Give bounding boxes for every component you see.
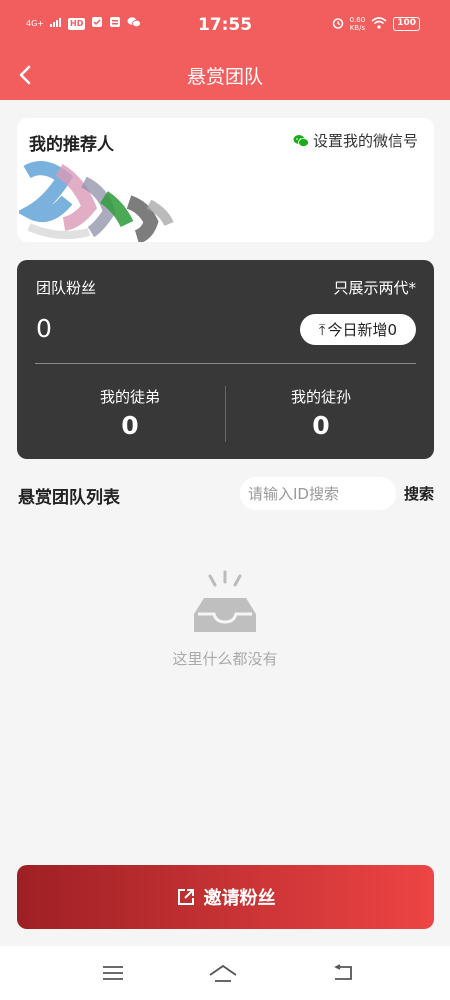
network-speed: 0.60 KB/s	[350, 16, 366, 32]
empty-inbox-icon	[194, 570, 256, 632]
disciples-value: 0	[121, 411, 139, 440]
menu-button[interactable]	[98, 960, 128, 986]
disciples-label: 我的徒弟	[99, 388, 160, 406]
menu-icon	[103, 966, 123, 980]
nav-bar: 悬赏团队	[0, 50, 450, 100]
wifi-icon	[371, 16, 387, 32]
status-right: 0.60 KB/s 100	[332, 16, 420, 32]
set-wechat-label: 设置我的微信号	[312, 132, 418, 150]
arrow-up-icon: ⤒	[318, 320, 326, 339]
share-icon	[177, 889, 194, 905]
referrer-card: 我的推荐人 设置我的微信号	[17, 118, 434, 242]
grand-disciples-label: 我的徒孙	[290, 388, 351, 406]
team-stats-card: 团队粉丝 只展示两代* 0 ⤒ 今日新增0 我的徒弟 0 我的徒孙 0	[17, 260, 434, 459]
back-system-button[interactable]	[328, 960, 358, 986]
wechat-icon	[293, 134, 309, 147]
alarm-icon	[332, 17, 344, 32]
battery-indicator: 100	[393, 17, 420, 31]
search-button[interactable]: 搜索	[404, 483, 434, 504]
home-button[interactable]	[208, 960, 238, 986]
return-icon	[334, 964, 352, 980]
two-generations-note: 只展示两代*	[333, 279, 416, 297]
team-fans-label: 团队粉丝	[36, 279, 97, 297]
set-wechat-link[interactable]: 设置我的微信号	[293, 130, 418, 151]
today-new-badge: ⤒ 今日新增0	[300, 314, 416, 345]
redacted-avatar-scribble	[19, 161, 174, 242]
status-bar: 4G+ HD 17:55 0.60 KB/s 100	[0, 0, 450, 50]
home-icon	[209, 964, 237, 982]
system-nav-bar	[0, 946, 450, 1000]
speed-value: 0.60	[349, 16, 366, 24]
page-title: 悬赏团队	[186, 66, 263, 88]
empty-state-text: 这里什么都没有	[172, 650, 278, 668]
invite-fans-button[interactable]: 邀请粉丝	[17, 865, 434, 929]
grand-disciples-stat[interactable]: 我的徒孙 0	[226, 386, 416, 440]
divider	[35, 363, 416, 364]
disciples-stat[interactable]: 我的徒弟 0	[35, 386, 225, 440]
invite-fans-label: 邀请粉丝	[203, 888, 276, 909]
speed-unit: KB/s	[349, 24, 366, 32]
team-list-title: 悬赏团队列表	[18, 488, 120, 508]
today-new-label: 今日新增0	[327, 321, 398, 339]
team-fans-count: 0	[36, 314, 52, 343]
search-input[interactable]	[240, 477, 396, 510]
grand-disciples-value: 0	[312, 411, 330, 440]
